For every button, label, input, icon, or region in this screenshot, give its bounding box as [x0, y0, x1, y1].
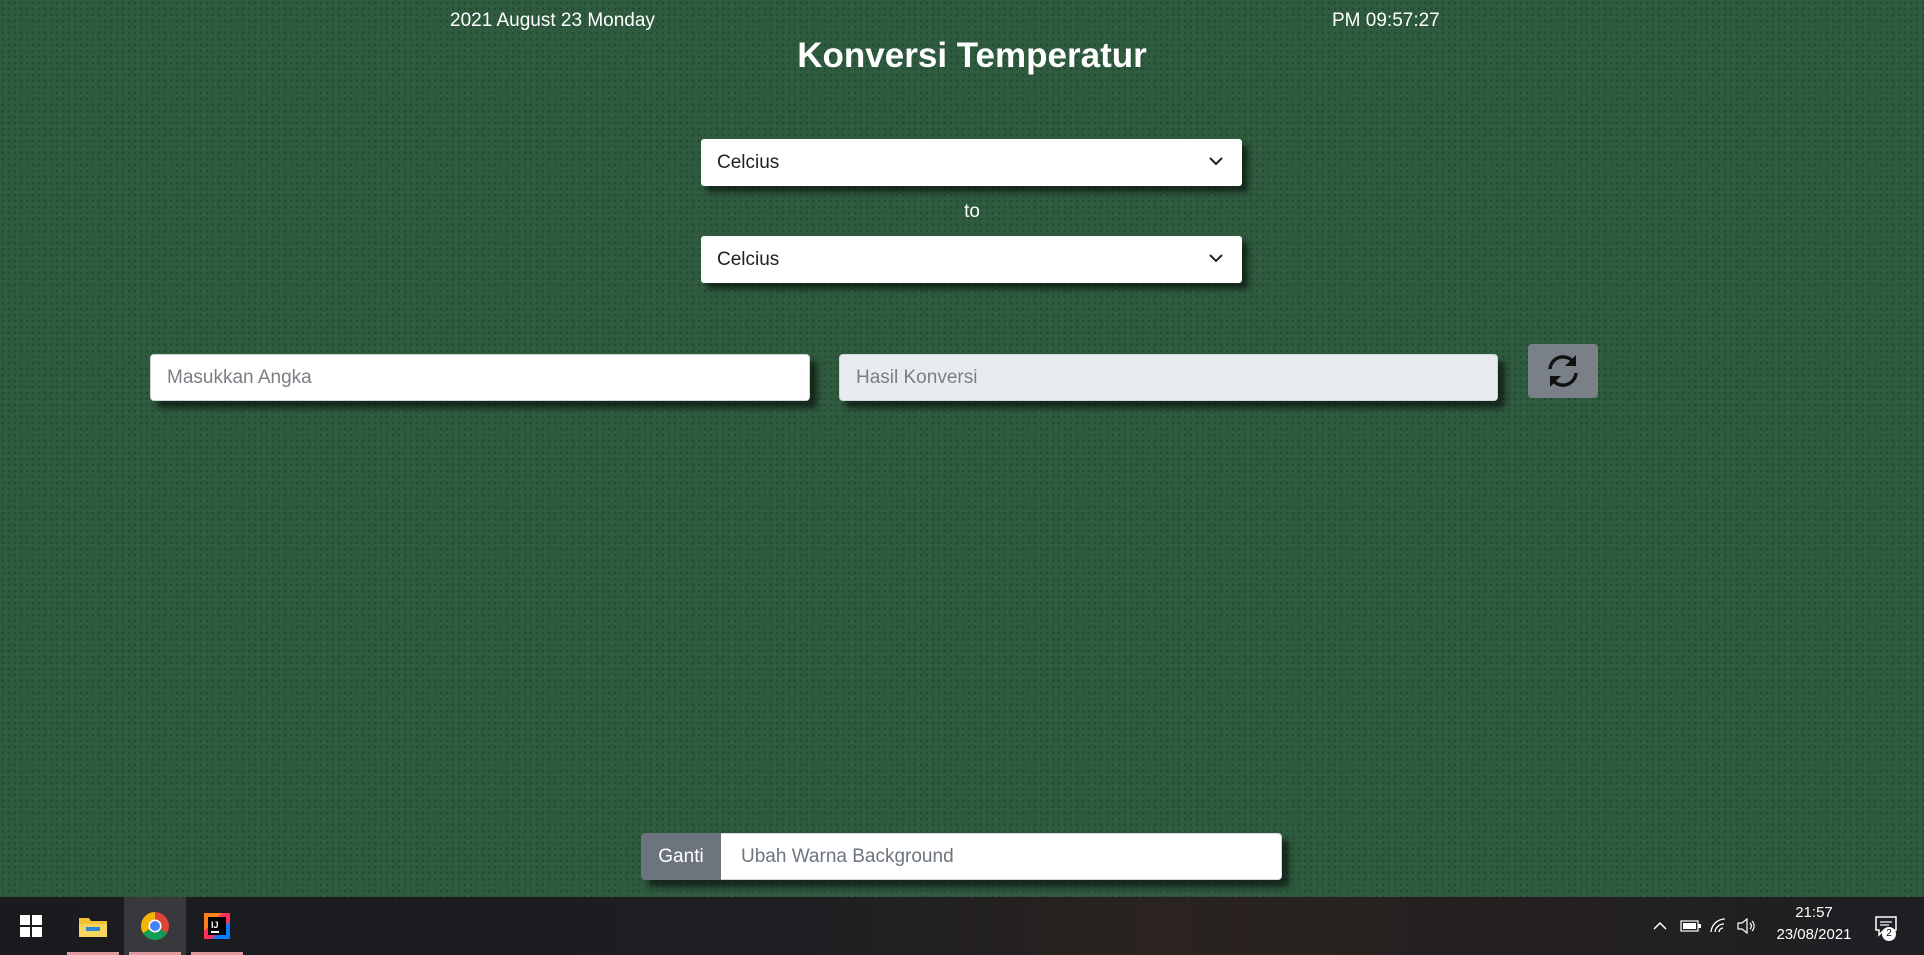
file-explorer-icon [79, 918, 107, 937]
clock-date: 23/08/2021 [1776, 926, 1852, 943]
intellij-icon: IJ [204, 913, 230, 939]
show-hidden-icons-button[interactable] [1648, 897, 1672, 955]
number-input[interactable] [150, 354, 810, 401]
chevron-down-icon [1209, 157, 1223, 166]
ganti-button[interactable]: Ganti [641, 833, 721, 880]
network-tray[interactable] [1706, 897, 1732, 955]
from-unit-value: Celcius [717, 151, 780, 173]
page-title: Konversi Temperatur [797, 36, 1147, 75]
start-icon [20, 915, 42, 937]
from-unit-select[interactable]: Celcius [701, 139, 1242, 186]
swap-units-button[interactable] [1528, 344, 1598, 398]
volume-tray[interactable] [1734, 897, 1760, 955]
to-label: to [964, 201, 980, 222]
taskbar-intellij[interactable]: IJ [186, 897, 248, 955]
chevron-down-icon [1209, 254, 1223, 263]
start-button[interactable] [0, 897, 62, 955]
battery-tray[interactable] [1678, 897, 1704, 955]
current-time: PM 09:57:27 [1332, 10, 1440, 31]
current-date: 2021 August 23 Monday [450, 10, 655, 31]
battery-icon [1680, 920, 1701, 932]
background-color-input[interactable] [721, 833, 1282, 880]
svg-text:IJ: IJ [211, 920, 219, 930]
background-color-control: Ganti [641, 833, 1282, 880]
taskbar-clock[interactable]: 21:57 23/08/2021 [1766, 902, 1862, 946]
refresh-icon [1548, 355, 1578, 387]
taskbar: IJ 21:57 23/08/2021 2 [0, 897, 1924, 955]
speaker-icon [1737, 918, 1755, 934]
to-unit-value: Celcius [717, 248, 780, 270]
notification-count-badge: 2 [1882, 927, 1896, 941]
taskbar-chrome[interactable] [124, 897, 186, 955]
taskbar-file-explorer[interactable] [62, 897, 124, 955]
clock-time: 21:57 [1795, 904, 1833, 921]
action-center-button[interactable] [1866, 897, 1906, 955]
page: 2021 August 23 Monday PM 09:57:27 Konver… [0, 0, 1924, 897]
chevron-up-icon [1653, 921, 1667, 930]
result-output[interactable] [839, 354, 1498, 401]
wifi-icon [1710, 918, 1726, 933]
chrome-icon [141, 912, 169, 940]
to-unit-select[interactable]: Celcius [701, 236, 1242, 283]
